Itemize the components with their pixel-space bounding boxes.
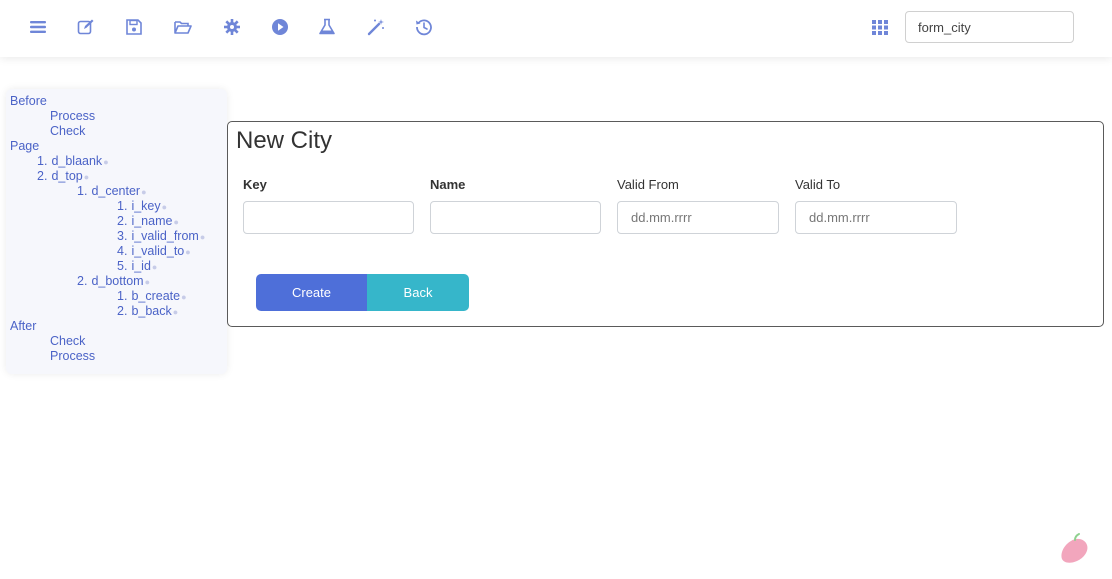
drag-handle-icon[interactable]: ●	[145, 277, 150, 287]
flask-icon[interactable]	[315, 15, 339, 39]
tree-number: 1.	[37, 154, 48, 168]
form-preview-card: New City Key Name Valid From Valid To Cr…	[227, 121, 1104, 327]
save-icon[interactable]	[122, 15, 146, 39]
drag-handle-icon[interactable]: ●	[162, 202, 167, 212]
tree-label: Check	[50, 334, 86, 348]
top-toolbar	[0, 0, 1112, 57]
tree-number: 3.	[117, 229, 128, 243]
gear-icon[interactable]	[220, 15, 244, 39]
tree-number: 4.	[117, 244, 128, 258]
key-label: Key	[243, 177, 267, 192]
tree-item-d-bottom[interactable]: 2. d_bottom●	[77, 274, 150, 289]
name-label: Name	[430, 177, 466, 192]
tree-label: Process	[50, 109, 96, 123]
tree-number: 1.	[117, 199, 128, 213]
back-button[interactable]: Back	[367, 274, 469, 311]
pepper-logo-icon	[1058, 531, 1090, 565]
tree-item-b-back[interactable]: 2. b_back●	[117, 304, 178, 319]
drag-handle-icon[interactable]: ●	[84, 172, 89, 182]
valid-from-label: Valid From	[617, 177, 679, 192]
drag-handle-icon[interactable]: ●	[152, 262, 157, 272]
menu-icon[interactable]	[26, 15, 50, 39]
tree-label: After	[10, 319, 37, 333]
valid-to-input[interactable]	[795, 201, 957, 234]
name-input[interactable]	[430, 201, 601, 234]
tree-section-before[interactable]: Before	[10, 94, 47, 109]
tree-label: i_valid_from	[131, 229, 199, 243]
tree-label: d_blaank	[51, 154, 103, 168]
tree-label: i_valid_to	[131, 244, 185, 258]
drag-handle-icon[interactable]: ●	[200, 232, 205, 242]
drag-handle-icon[interactable]: ●	[181, 292, 186, 302]
tree-label: Page	[10, 139, 40, 153]
tree-item-d-center[interactable]: 1. d_center●	[77, 184, 147, 199]
form-title: New City	[236, 127, 333, 154]
tree-item-i-id[interactable]: 5. i_id●	[117, 259, 157, 274]
history-icon[interactable]	[412, 15, 436, 39]
tree-label: i_name	[131, 214, 173, 228]
tree-item-after-check[interactable]: Check	[50, 334, 85, 349]
magic-wand-icon[interactable]	[364, 15, 388, 39]
tree-item-i-name[interactable]: 2. i_name●	[117, 214, 179, 229]
tree-label: b_back	[131, 304, 172, 318]
drag-handle-icon[interactable]: ●	[185, 247, 190, 257]
tree-label: i_key	[131, 199, 161, 213]
valid-to-label: Valid To	[795, 177, 841, 192]
tree-label: d_bottom	[91, 274, 144, 288]
grid-icon[interactable]	[868, 15, 892, 39]
tree-item-before-process[interactable]: Process	[50, 109, 95, 124]
key-input[interactable]	[243, 201, 414, 234]
folder-open-icon[interactable]	[171, 15, 195, 39]
play-icon[interactable]	[268, 15, 292, 39]
tree-section-page[interactable]: Page	[10, 139, 39, 154]
tree-label: Before	[10, 94, 47, 108]
drag-handle-icon[interactable]: ●	[173, 217, 178, 227]
tree-number: 2.	[117, 304, 128, 318]
structure-tree: Before Process Check Page 1. d_blaank● 2.…	[6, 89, 227, 374]
tree-number: 2.	[117, 214, 128, 228]
tree-item-b-create[interactable]: 1. b_create●	[117, 289, 187, 304]
tree-number: 5.	[117, 259, 128, 273]
drag-handle-icon[interactable]: ●	[173, 307, 178, 317]
form-search-input[interactable]	[905, 11, 1074, 43]
tree-label: d_top	[51, 169, 83, 183]
tree-label: d_center	[91, 184, 141, 198]
drag-handle-icon[interactable]: ●	[141, 187, 146, 197]
tree-item-before-check[interactable]: Check	[50, 124, 85, 139]
tree-item-i-key[interactable]: 1. i_key●	[117, 199, 167, 214]
tree-number: 1.	[117, 289, 128, 303]
tree-label: b_create	[131, 289, 181, 303]
tree-label: Process	[50, 349, 96, 363]
tree-label: i_id	[131, 259, 151, 273]
tree-item-d-blaank[interactable]: 1. d_blaank●	[37, 154, 109, 169]
tree-label: Check	[50, 124, 86, 138]
tree-section-after[interactable]: After	[10, 319, 36, 334]
tree-number: 1.	[77, 184, 88, 198]
tree-item-after-process[interactable]: Process	[50, 349, 95, 364]
drag-handle-icon[interactable]: ●	[103, 157, 108, 167]
tree-item-d-top[interactable]: 2. d_top●	[37, 169, 89, 184]
edit-icon[interactable]	[74, 15, 98, 39]
tree-item-i-valid-from[interactable]: 3. i_valid_from●	[117, 229, 205, 244]
create-button[interactable]: Create	[256, 274, 367, 311]
tree-number: 2.	[77, 274, 88, 288]
valid-from-input[interactable]	[617, 201, 779, 234]
tree-number: 2.	[37, 169, 48, 183]
tree-item-i-valid-to[interactable]: 4. i_valid_to●	[117, 244, 191, 259]
